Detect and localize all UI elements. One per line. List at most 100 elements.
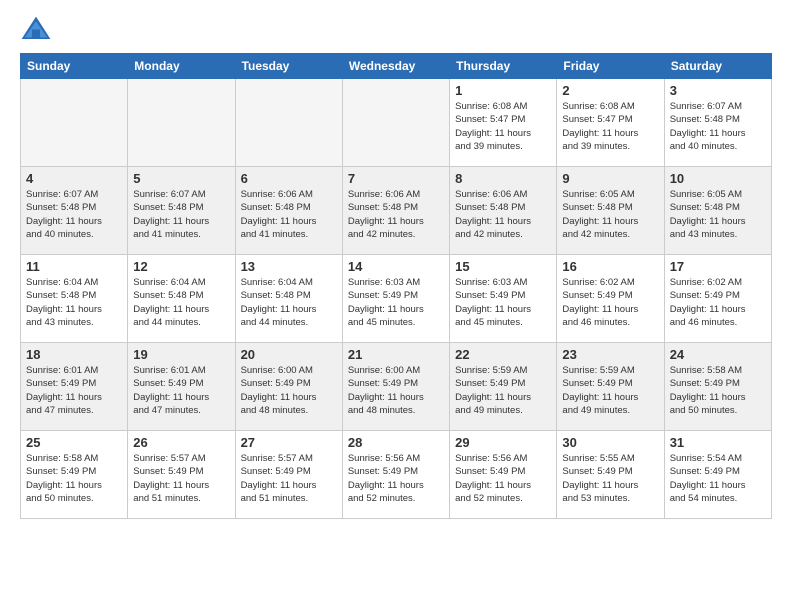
calendar-cell: 5Sunrise: 6:07 AM Sunset: 5:48 PM Daylig… [128, 167, 235, 255]
calendar-cell: 22 Sunrise: 5:59 AM Sunset: 5:49 PM Dayli… [450, 343, 557, 431]
day-info: Sunrise: 6:01 AM Sunset: 5:49 PM Dayligh… [133, 364, 229, 417]
day-info: Sunrise: 6:02 AM Sunset: 5:49 PM Dayligh… [562, 276, 658, 329]
day-number: 9 [562, 171, 658, 186]
calendar-cell: 2 Sunrise: 6:08 AM Sunset: 5:47 PM Daylig… [557, 79, 664, 167]
calendar-cell: 29 Sunrise: 5:56 AM Sunset: 5:49 PM Dayli… [450, 431, 557, 519]
calendar-cell: 6 Sunrise: 6:06 AM Sunset: 5:48 PM Daylig… [235, 167, 342, 255]
calendar-cell [342, 79, 449, 167]
day-info: Sunrise: 6:07 AM Sunset: 5:48 PM Dayligh… [26, 188, 122, 241]
logo [20, 15, 58, 43]
day-number: 23 [562, 347, 658, 362]
calendar-cell: 18Sunrise: 6:01 AM Sunset: 5:49 PM Dayli… [21, 343, 128, 431]
day-info: Sunrise: 6:06 AM Sunset: 5:48 PM Dayligh… [455, 188, 551, 241]
calendar-header-row: SundayMondayTuesdayWednesdayThursdayFrid… [21, 54, 772, 79]
day-number: 4 [26, 171, 122, 186]
calendar-week-row: 18Sunrise: 6:01 AM Sunset: 5:49 PM Dayli… [21, 343, 772, 431]
calendar-cell: 10 Sunrise: 6:05 AM Sunset: 5:48 PM Dayli… [664, 167, 771, 255]
day-info: Sunrise: 5:57 AM Sunset: 5:49 PM Dayligh… [133, 452, 229, 505]
day-info: Sunrise: 6:05 AM Sunset: 5:48 PM Dayligh… [670, 188, 766, 241]
day-info: Sunrise: 5:54 AM Sunset: 5:49 PM Dayligh… [670, 452, 766, 505]
calendar-cell: 30 Sunrise: 5:55 AM Sunset: 5:49 PM Dayli… [557, 431, 664, 519]
day-number: 1 [455, 83, 551, 98]
header-sunday: Sunday [21, 54, 128, 79]
day-info: Sunrise: 5:58 AM Sunset: 5:49 PM Dayligh… [26, 452, 122, 505]
calendar-cell: 23 Sunrise: 5:59 AM Sunset: 5:49 PM Dayli… [557, 343, 664, 431]
day-number: 8 [455, 171, 551, 186]
day-info: Sunrise: 6:06 AM Sunset: 5:48 PM Dayligh… [348, 188, 444, 241]
calendar-cell: 12Sunrise: 6:04 AM Sunset: 5:48 PM Dayli… [128, 255, 235, 343]
calendar-cell: 8 Sunrise: 6:06 AM Sunset: 5:48 PM Daylig… [450, 167, 557, 255]
day-number: 14 [348, 259, 444, 274]
calendar-cell: 3 Sunrise: 6:07 AM Sunset: 5:48 PM Daylig… [664, 79, 771, 167]
day-number: 3 [670, 83, 766, 98]
day-info: Sunrise: 5:57 AM Sunset: 5:49 PM Dayligh… [241, 452, 337, 505]
calendar-cell: 25 Sunrise: 5:58 AM Sunset: 5:49 PM Dayli… [21, 431, 128, 519]
day-number: 29 [455, 435, 551, 450]
calendar-cell: 13Sunrise: 6:04 AM Sunset: 5:48 PM Dayli… [235, 255, 342, 343]
day-number: 25 [26, 435, 122, 450]
header-tuesday: Tuesday [235, 54, 342, 79]
day-number: 22 [455, 347, 551, 362]
calendar-cell: 19 Sunrise: 6:01 AM Sunset: 5:49 PM Dayli… [128, 343, 235, 431]
day-number: 19 [133, 347, 229, 362]
calendar-cell: 14 Sunrise: 6:03 AM Sunset: 5:49 PM Dayli… [342, 255, 449, 343]
calendar-cell: 31Sunrise: 5:54 AM Sunset: 5:49 PM Dayli… [664, 431, 771, 519]
calendar-cell: 21 Sunrise: 6:00 AM Sunset: 5:49 PM Dayli… [342, 343, 449, 431]
header-wednesday: Wednesday [342, 54, 449, 79]
day-number: 5 [133, 171, 229, 186]
day-info: Sunrise: 5:56 AM Sunset: 5:49 PM Dayligh… [455, 452, 551, 505]
calendar-week-row: 25 Sunrise: 5:58 AM Sunset: 5:49 PM Dayli… [21, 431, 772, 519]
day-info: Sunrise: 6:05 AM Sunset: 5:48 PM Dayligh… [562, 188, 658, 241]
header-monday: Monday [128, 54, 235, 79]
calendar-cell: 28Sunrise: 5:56 AM Sunset: 5:49 PM Dayli… [342, 431, 449, 519]
day-info: Sunrise: 5:58 AM Sunset: 5:49 PM Dayligh… [670, 364, 766, 417]
day-number: 13 [241, 259, 337, 274]
day-info: Sunrise: 6:07 AM Sunset: 5:48 PM Dayligh… [670, 100, 766, 153]
calendar-cell: 9 Sunrise: 6:05 AM Sunset: 5:48 PM Daylig… [557, 167, 664, 255]
header-saturday: Saturday [664, 54, 771, 79]
day-info: Sunrise: 6:03 AM Sunset: 5:49 PM Dayligh… [455, 276, 551, 329]
day-info: Sunrise: 6:08 AM Sunset: 5:47 PM Dayligh… [455, 100, 551, 153]
day-number: 10 [670, 171, 766, 186]
header-thursday: Thursday [450, 54, 557, 79]
day-number: 12 [133, 259, 229, 274]
day-info: Sunrise: 6:03 AM Sunset: 5:49 PM Dayligh… [348, 276, 444, 329]
calendar-cell: 7 Sunrise: 6:06 AM Sunset: 5:48 PM Daylig… [342, 167, 449, 255]
day-number: 7 [348, 171, 444, 186]
calendar-cell: 27 Sunrise: 5:57 AM Sunset: 5:49 PM Dayli… [235, 431, 342, 519]
calendar-cell: 20Sunrise: 6:00 AM Sunset: 5:49 PM Dayli… [235, 343, 342, 431]
day-info: Sunrise: 5:55 AM Sunset: 5:49 PM Dayligh… [562, 452, 658, 505]
day-info: Sunrise: 6:02 AM Sunset: 5:49 PM Dayligh… [670, 276, 766, 329]
calendar-cell: 17 Sunrise: 6:02 AM Sunset: 5:49 PM Dayli… [664, 255, 771, 343]
calendar-week-row: 1 Sunrise: 6:08 AM Sunset: 5:47 PM Daylig… [21, 79, 772, 167]
calendar-cell: 15 Sunrise: 6:03 AM Sunset: 5:49 PM Dayli… [450, 255, 557, 343]
calendar-cell [128, 79, 235, 167]
day-number: 16 [562, 259, 658, 274]
calendar-cell: 1 Sunrise: 6:08 AM Sunset: 5:47 PM Daylig… [450, 79, 557, 167]
day-number: 20 [241, 347, 337, 362]
day-number: 2 [562, 83, 658, 98]
day-number: 21 [348, 347, 444, 362]
day-info: Sunrise: 5:59 AM Sunset: 5:49 PM Dayligh… [455, 364, 551, 417]
calendar-cell [235, 79, 342, 167]
header [20, 15, 772, 43]
page: SundayMondayTuesdayWednesdayThursdayFrid… [0, 0, 792, 612]
day-number: 27 [241, 435, 337, 450]
day-number: 15 [455, 259, 551, 274]
calendar-cell: 4 Sunrise: 6:07 AM Sunset: 5:48 PM Daylig… [21, 167, 128, 255]
calendar-table: SundayMondayTuesdayWednesdayThursdayFrid… [20, 53, 772, 519]
day-info: Sunrise: 6:01 AM Sunset: 5:49 PM Dayligh… [26, 364, 122, 417]
day-info: Sunrise: 5:59 AM Sunset: 5:49 PM Dayligh… [562, 364, 658, 417]
day-info: Sunrise: 6:00 AM Sunset: 5:49 PM Dayligh… [348, 364, 444, 417]
day-number: 17 [670, 259, 766, 274]
day-number: 6 [241, 171, 337, 186]
day-number: 11 [26, 259, 122, 274]
day-number: 30 [562, 435, 658, 450]
day-info: Sunrise: 6:04 AM Sunset: 5:48 PM Dayligh… [26, 276, 122, 329]
calendar-cell: 26Sunrise: 5:57 AM Sunset: 5:49 PM Dayli… [128, 431, 235, 519]
calendar-week-row: 11 Sunrise: 6:04 AM Sunset: 5:48 PM Dayli… [21, 255, 772, 343]
day-number: 28 [348, 435, 444, 450]
day-info: Sunrise: 6:08 AM Sunset: 5:47 PM Dayligh… [562, 100, 658, 153]
day-info: Sunrise: 6:06 AM Sunset: 5:48 PM Dayligh… [241, 188, 337, 241]
calendar-cell: 16 Sunrise: 6:02 AM Sunset: 5:49 PM Dayli… [557, 255, 664, 343]
